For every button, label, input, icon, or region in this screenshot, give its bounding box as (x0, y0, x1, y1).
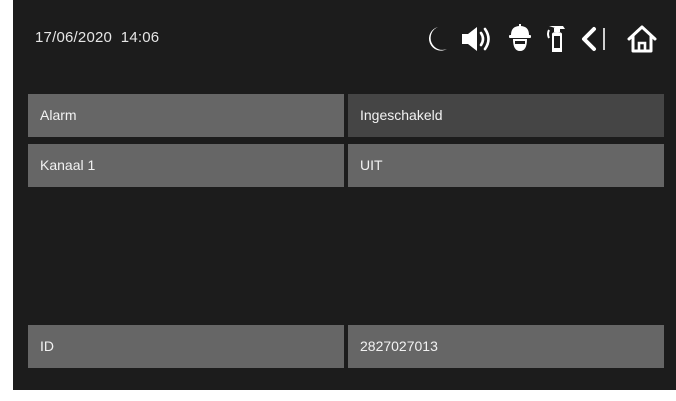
speaker-icon[interactable] (459, 22, 495, 56)
status-icons (403, 22, 665, 56)
back-icon[interactable] (579, 22, 599, 56)
icon-separator (603, 28, 605, 50)
table-row-alarm: Alarm Ingeschakeld (28, 94, 664, 137)
table-row-id: ID 2827027013 (28, 325, 664, 368)
table-row-kanaal: Kanaal 1 UIT (28, 144, 664, 187)
extinguisher-icon[interactable] (543, 22, 569, 56)
intercom-screen: 17/06/2020 14:06 Alarm Ingeschakeld Kana… (13, 0, 676, 390)
row-label: Alarm (28, 94, 344, 137)
row-label: Kanaal 1 (28, 144, 344, 187)
date-time-display: 17/06/2020 14:06 (35, 29, 160, 46)
row-label: ID (28, 325, 344, 368)
status-bar: 17/06/2020 14:06 (13, 0, 676, 76)
guard-icon[interactable] (507, 22, 533, 56)
row-value[interactable]: UIT (348, 144, 664, 187)
moon-icon[interactable] (421, 22, 449, 56)
row-value[interactable]: Ingeschakeld (348, 94, 664, 137)
row-value: 2827027013 (348, 325, 664, 368)
home-icon[interactable] (625, 22, 659, 56)
